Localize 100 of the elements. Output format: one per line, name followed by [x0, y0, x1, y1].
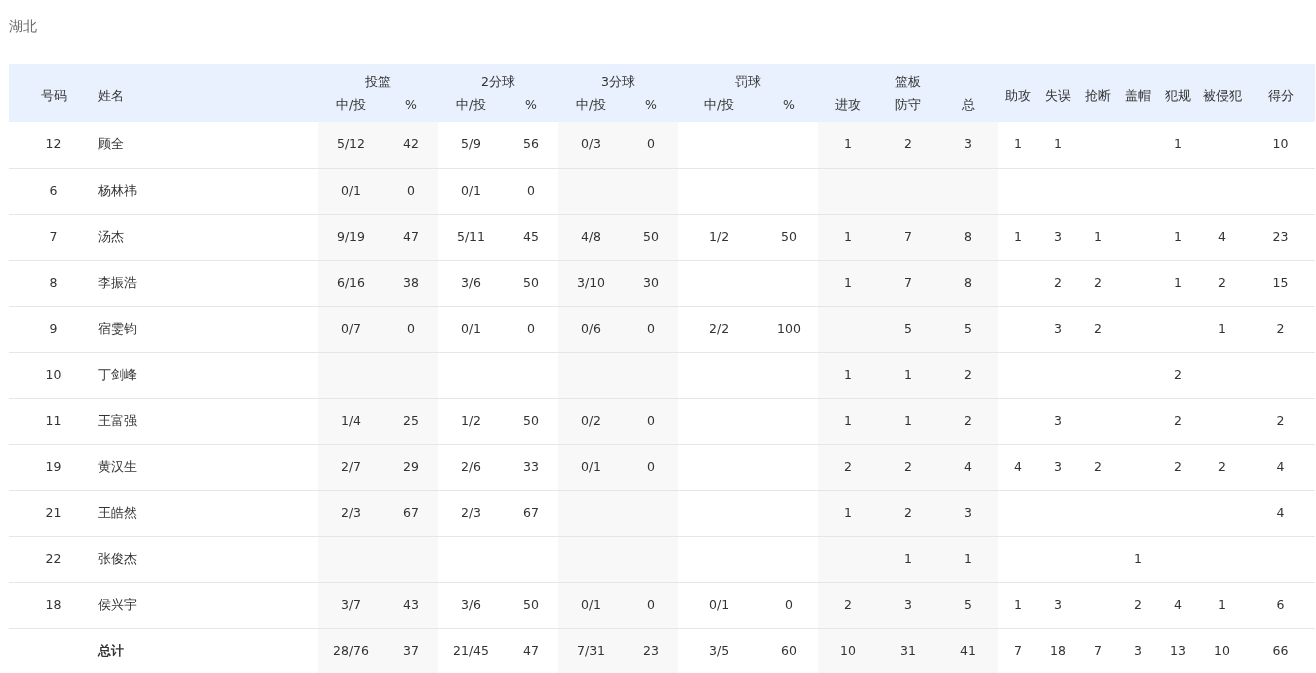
table-cell: 2	[1174, 412, 1183, 428]
table-cell: 4/8	[580, 228, 602, 244]
table-cell: 1	[844, 228, 852, 244]
table-cell: 0/1	[460, 182, 482, 198]
table-cell: 11	[45, 412, 62, 428]
table-cell: 0	[647, 136, 655, 152]
table-cell: 3	[1054, 412, 1063, 428]
table-cell: 1	[1218, 596, 1227, 612]
table-cell: 2	[1218, 458, 1227, 474]
table-cell: 6	[49, 182, 58, 198]
table-cell: 22	[45, 550, 62, 566]
table-cell: 5/11	[456, 228, 486, 244]
table-cell: 2/6	[460, 458, 482, 474]
table-cell: 3/10	[576, 274, 606, 290]
team-name: 湖北	[9, 17, 37, 36]
player-name: 丁剑峰	[98, 366, 137, 382]
table-cell: 1	[904, 366, 912, 382]
table-cell: 30	[643, 274, 659, 290]
player-name: 汤杰	[98, 228, 124, 244]
table-cell: 1	[1134, 550, 1143, 566]
table-cell: 0	[785, 596, 793, 612]
table-cell: 0	[407, 320, 415, 336]
table-cell: 10	[1272, 136, 1289, 152]
table-cell: 2	[1174, 458, 1183, 474]
table-cell: 4	[1276, 504, 1285, 520]
table-cell: 0	[407, 182, 415, 198]
table-cell: 4	[1218, 228, 1227, 244]
table-cell: 60	[781, 642, 797, 658]
table-cell: 2	[1054, 274, 1063, 290]
header-cell: 犯规	[1158, 64, 1199, 122]
table-cell: 3/7	[340, 596, 362, 612]
table-cell: 2/2	[708, 320, 730, 336]
header-cell: 进攻	[818, 94, 879, 122]
header-cell: 号码	[9, 64, 98, 122]
table-cell: 1	[1014, 596, 1023, 612]
table-cell: 3	[964, 136, 972, 152]
player-name: 顾全	[98, 136, 124, 152]
table-cell: 3/5	[708, 642, 730, 658]
table-cell: 2	[1174, 366, 1183, 382]
table-cell: 0/1	[580, 596, 602, 612]
table-cell: 1	[844, 366, 852, 382]
table-cell: 38	[403, 274, 419, 290]
table-cell: 0	[647, 320, 655, 336]
player-name: 杨林祎	[98, 182, 137, 198]
table-cell: 7	[49, 228, 58, 244]
table-cell: 2	[904, 136, 912, 152]
table-cell: 4	[1014, 458, 1023, 474]
table-cell: 7	[904, 228, 912, 244]
header-cell: 投篮	[318, 64, 438, 94]
table-cell: 18	[45, 596, 62, 612]
header-cell: 助攻	[998, 64, 1039, 122]
total-label: 总计	[98, 642, 124, 658]
header-cell: 防守	[878, 94, 939, 122]
table-cell: 15	[1272, 274, 1289, 290]
player-name: 宿雯钧	[98, 320, 137, 336]
table-cell: 2	[844, 596, 852, 612]
table-cell: 2	[904, 504, 912, 520]
table-cell: 0/7	[340, 320, 362, 336]
table-cell: 7	[1094, 642, 1103, 658]
header-cell: %	[624, 94, 679, 122]
table-cell: 56	[523, 136, 539, 152]
table-cell: 2	[1134, 596, 1143, 612]
table-cell: 50	[643, 228, 659, 244]
table-cell: 9	[49, 320, 58, 336]
table-cell: 3	[1054, 596, 1063, 612]
table-cell: 21/45	[453, 642, 489, 658]
table-cell: 4	[1276, 458, 1285, 474]
table-cell: 43	[403, 596, 419, 612]
header-cell: 中/投	[438, 94, 504, 122]
table-cell: 2	[904, 458, 912, 474]
table-cell: 2/3	[340, 504, 362, 520]
table-cell: 1	[1174, 136, 1183, 152]
table-cell: 2	[844, 458, 852, 474]
table-cell: 3	[1054, 320, 1063, 336]
table-cell: 1	[844, 136, 852, 152]
table-cell: 6/16	[336, 274, 366, 290]
table-cell: 1	[844, 504, 852, 520]
table-cell: 1	[1174, 228, 1183, 244]
table-cell: 13	[1170, 642, 1186, 658]
table-cell: 8	[49, 274, 58, 290]
table-cell: 1	[844, 412, 852, 428]
header-cell: %	[760, 94, 819, 122]
header-cell: 3分球	[558, 64, 679, 94]
header-cell: 得分	[1246, 64, 1316, 122]
table-cell: 1	[1014, 136, 1023, 152]
table-cell: 1	[1054, 136, 1063, 152]
player-name: 黄汉生	[98, 458, 137, 474]
table-cell: 6	[1276, 596, 1285, 612]
header-cell: 中/投	[678, 94, 761, 122]
table-cell: 5/9	[460, 136, 482, 152]
table-cell: 5	[964, 320, 972, 336]
table-cell: 1	[1094, 228, 1103, 244]
table-cell: 0/1	[580, 458, 602, 474]
header-cell: 抢断	[1078, 64, 1119, 122]
header-cell: 罚球	[678, 64, 819, 94]
table-cell: 4	[964, 458, 972, 474]
table-cell: 5/12	[336, 136, 366, 152]
table-cell: 12	[45, 136, 62, 152]
header-cell: %	[384, 94, 438, 122]
header-cell: 盖帽	[1118, 64, 1159, 122]
